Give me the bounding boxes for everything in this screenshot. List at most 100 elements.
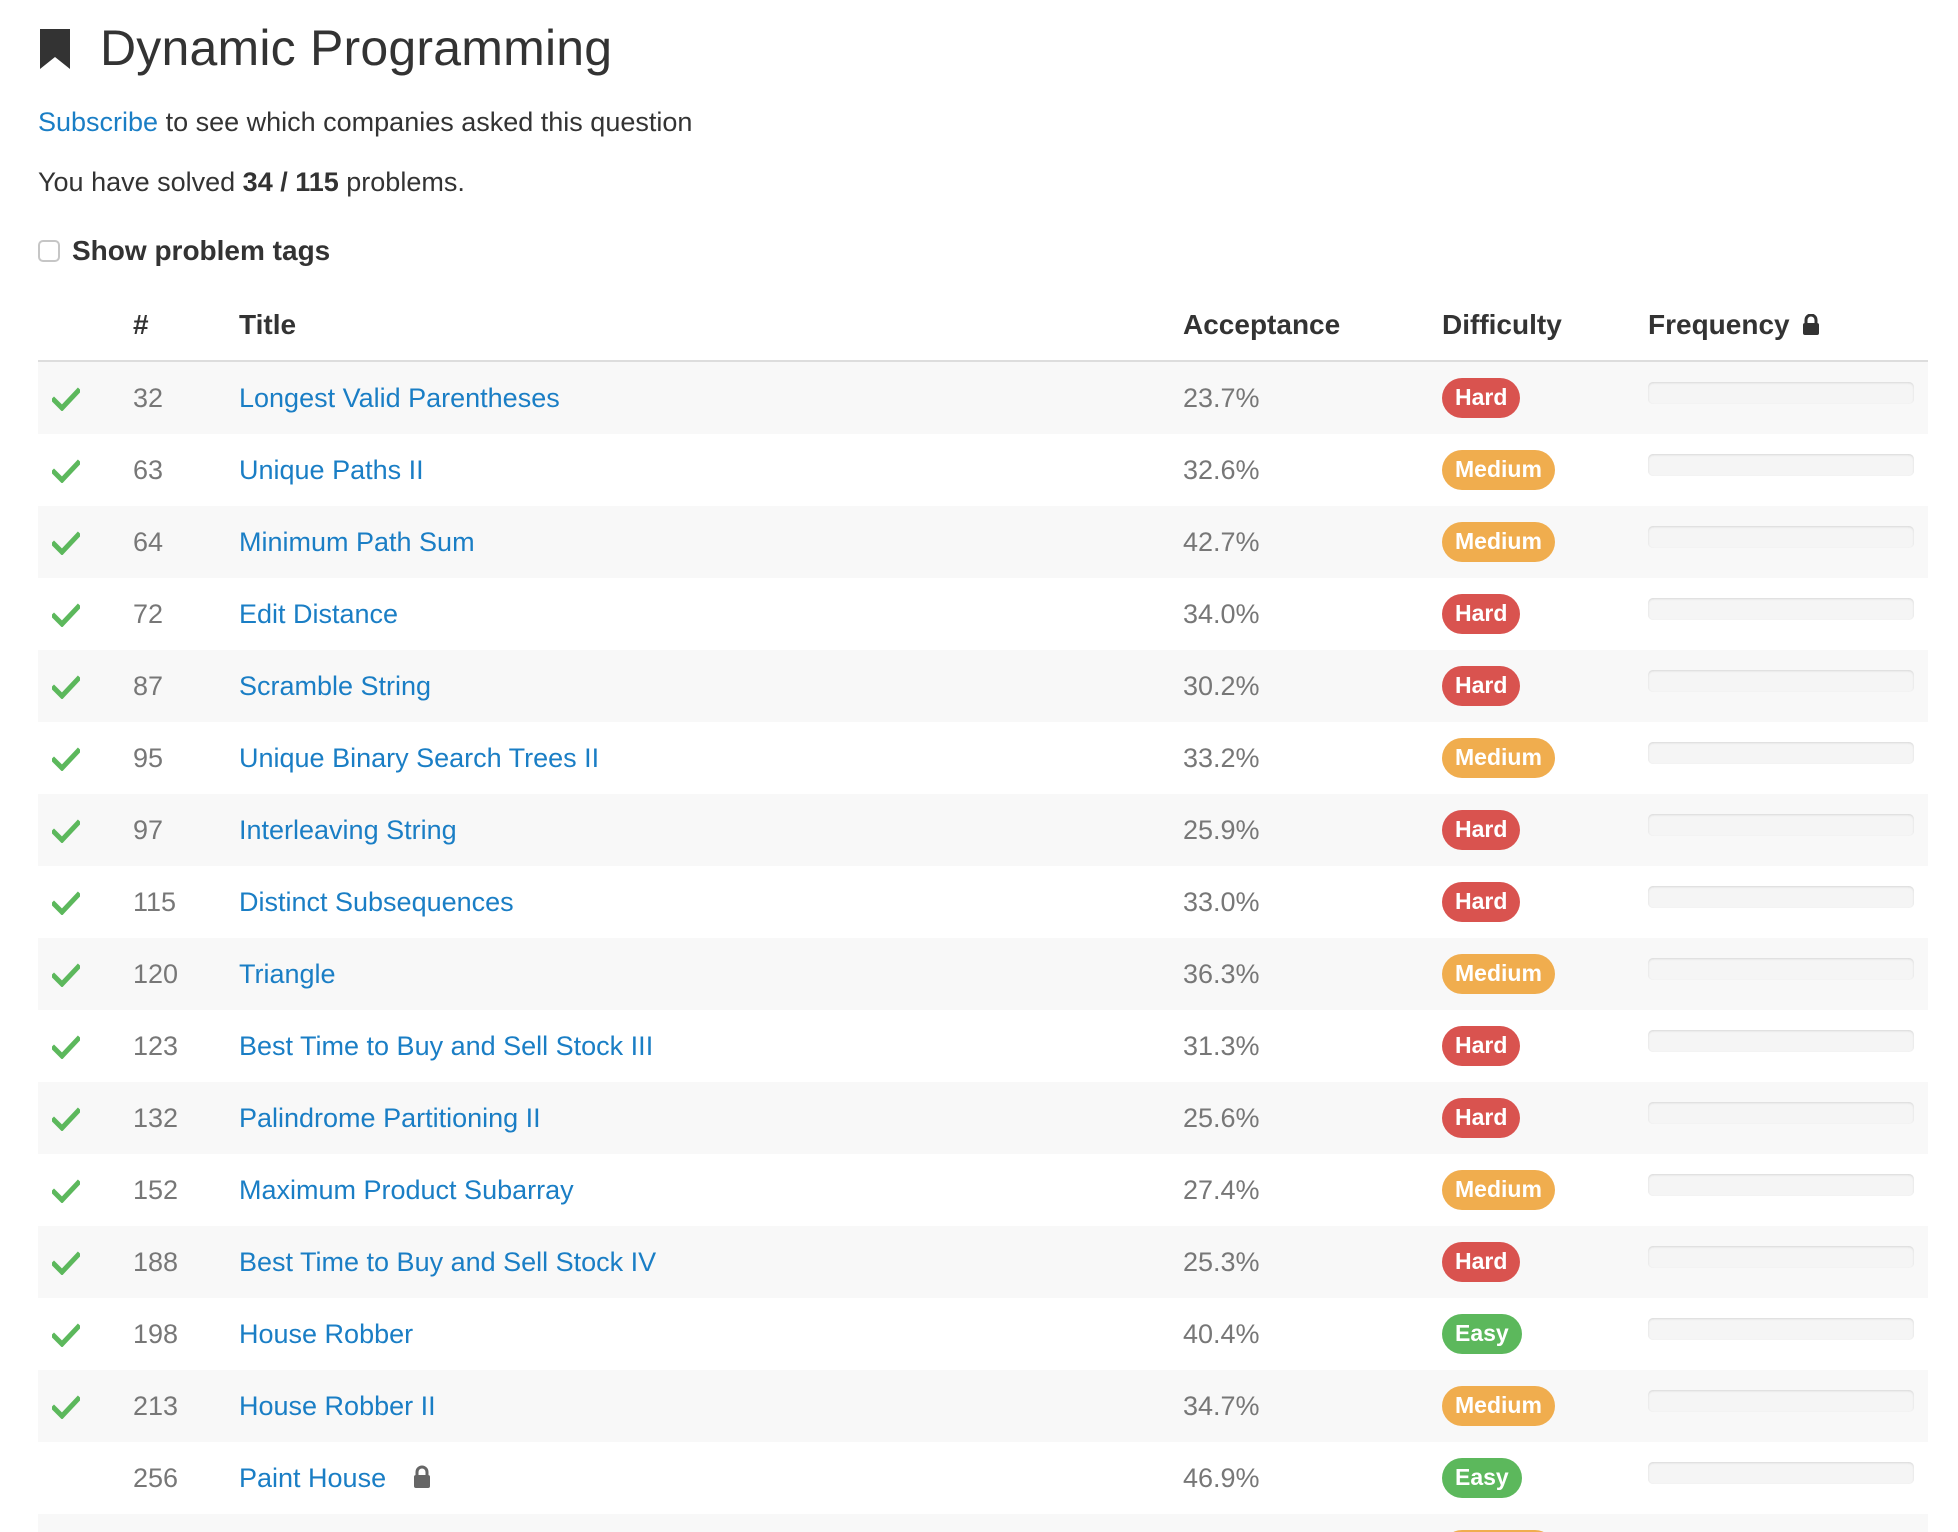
table-row[interactable]: 87 Scramble String 30.2% Hard [38, 650, 1928, 722]
status-cell [38, 1226, 133, 1298]
problem-number: 63 [133, 454, 164, 485]
lock-icon [1802, 314, 1819, 335]
acceptance-rate: 42.7% [1183, 526, 1260, 557]
header-title[interactable]: Title [239, 290, 1183, 362]
problem-title-link[interactable]: Paint House [239, 1463, 386, 1493]
problem-title-link[interactable]: Distinct Subsequences [239, 887, 514, 917]
problem-number: 188 [133, 1246, 179, 1277]
problem-title-link[interactable]: Edit Distance [239, 599, 398, 629]
header-difficulty[interactable]: Difficulty [1442, 290, 1648, 362]
difficulty-badge: Hard [1442, 1026, 1521, 1066]
frequency-bar [1648, 814, 1914, 836]
table-row[interactable]: 95 Unique Binary Search Trees II 33.2% Medi… [38, 722, 1928, 794]
problem-title-link[interactable]: Minimum Path Sum [239, 527, 475, 557]
problem-title-link[interactable]: Longest Valid Parentheses [239, 383, 560, 413]
frequency-bar [1648, 1318, 1914, 1340]
subscribe-line: Subscribe to see which companies asked t… [38, 100, 1958, 144]
frequency-cell [1648, 1442, 1928, 1514]
table-row[interactable]: 123 Best Time to Buy and Sell Stock III 31… [38, 1010, 1928, 1082]
table-row[interactable]: 72 Edit Distance 34.0% Hard [38, 578, 1928, 650]
check-icon [52, 1179, 80, 1204]
check-icon [52, 1323, 80, 1348]
title-cell: House Robber [239, 1298, 1183, 1370]
frequency-cell [1648, 1370, 1928, 1442]
problem-title-link[interactable]: House Robber II [239, 1391, 436, 1421]
header-num[interactable]: # [133, 290, 239, 362]
frequency-cell [1648, 1226, 1928, 1298]
frequency-cell [1648, 361, 1928, 434]
problem-title-link[interactable]: Unique Binary Search Trees II [239, 743, 599, 773]
problem-title-link[interactable]: Scramble String [239, 671, 431, 701]
table-row[interactable]: 264Ugly Number II34.1%Medium [38, 1514, 1928, 1532]
check-icon [52, 459, 80, 484]
check-icon [52, 1107, 80, 1132]
problem-title-link[interactable]: Interleaving String [239, 815, 457, 845]
frequency-cell [1648, 794, 1928, 866]
frequency-bar [1648, 742, 1914, 764]
problem-title-link[interactable]: Triangle [239, 959, 336, 989]
title-cell: Paint House [239, 1442, 1183, 1514]
table-row[interactable]: 64 Minimum Path Sum 42.7% Medium [38, 506, 1928, 578]
show-tags-label[interactable]: Show problem tags [72, 235, 330, 267]
status-cell [38, 650, 133, 722]
difficulty-cell: Hard [1442, 866, 1648, 938]
problem-number: 256 [133, 1462, 179, 1493]
table-row[interactable]: 256 Paint House 46.9% Easy [38, 1442, 1928, 1514]
table-row[interactable]: 152 Maximum Product Subarray 27.4% Medium [38, 1154, 1928, 1226]
difficulty-cell: Medium [1442, 722, 1648, 794]
acceptance-rate: 46.9% [1183, 1462, 1260, 1493]
page-title: Dynamic Programming [100, 20, 613, 76]
header-status [38, 290, 133, 362]
table-row[interactable]: 115 Distinct Subsequences 33.0% Hard [38, 866, 1928, 938]
frequency-cell [1648, 506, 1928, 578]
problem-title-link[interactable]: Best Time to Buy and Sell Stock III [239, 1031, 653, 1061]
show-tags-checkbox[interactable] [38, 240, 60, 262]
difficulty-cell: Medium [1442, 1154, 1648, 1226]
problem-title-link[interactable]: Unique Paths II [239, 455, 424, 485]
solved-count: 34 / 115 [242, 167, 339, 197]
table-row[interactable]: 213 House Robber II 34.7% Medium [38, 1370, 1928, 1442]
acceptance-rate: 25.6% [1183, 1102, 1260, 1133]
difficulty-cell: Hard [1442, 361, 1648, 434]
difficulty-badge: Medium [1442, 1386, 1555, 1426]
table-row[interactable]: 32 Longest Valid Parentheses 23.7% Hard [38, 361, 1928, 434]
problem-number: 64 [133, 526, 164, 557]
problem-number: 120 [133, 958, 179, 989]
difficulty-cell: Medium [1442, 1370, 1648, 1442]
problem-title-link[interactable]: Maximum Product Subarray [239, 1175, 574, 1205]
problem-title-link[interactable]: Palindrome Partitioning II [239, 1103, 541, 1133]
table-row[interactable]: 97 Interleaving String 25.9% Hard [38, 794, 1928, 866]
table-row[interactable]: 120 Triangle 36.3% Medium [38, 938, 1928, 1010]
difficulty-badge: Hard [1442, 666, 1521, 706]
table-row[interactable]: 63 Unique Paths II 32.6% Medium [38, 434, 1928, 506]
status-cell [38, 866, 133, 938]
frequency-cell [1648, 1082, 1928, 1154]
table-row[interactable]: 132 Palindrome Partitioning II 25.6% Hard [38, 1082, 1928, 1154]
status-cell [38, 794, 133, 866]
difficulty-cell: Easy [1442, 1442, 1648, 1514]
title-cell: Scramble String [239, 650, 1183, 722]
difficulty-cell: Medium [1442, 434, 1648, 506]
check-icon [52, 1035, 80, 1060]
show-tags-toggle[interactable]: Show problem tags [38, 226, 1958, 276]
problem-number: 213 [133, 1390, 179, 1421]
title-cell: Triangle [239, 938, 1183, 1010]
difficulty-cell: Hard [1442, 1226, 1648, 1298]
frequency-bar [1648, 670, 1914, 692]
header-frequency[interactable]: Frequency [1648, 290, 1928, 362]
table-header-row: # Title Acceptance Difficulty Frequency [38, 290, 1928, 362]
frequency-bar [1648, 1390, 1914, 1412]
table-row[interactable]: 188 Best Time to Buy and Sell Stock IV 25.… [38, 1226, 1928, 1298]
problem-title-link[interactable]: House Robber [239, 1319, 413, 1349]
table-row[interactable]: 198 House Robber 40.4% Easy [38, 1298, 1928, 1370]
subscribe-link[interactable]: Subscribe [38, 107, 158, 137]
frequency-cell [1648, 578, 1928, 650]
difficulty-cell: Hard [1442, 578, 1648, 650]
header-acceptance[interactable]: Acceptance [1183, 290, 1442, 362]
frequency-bar [1648, 1102, 1914, 1124]
difficulty-badge: Medium [1442, 1170, 1555, 1210]
problem-title-link[interactable]: Best Time to Buy and Sell Stock IV [239, 1247, 656, 1277]
acceptance-rate: 34.7% [1183, 1390, 1260, 1421]
solved-prefix: You have solved [38, 167, 243, 197]
difficulty-badge: Hard [1442, 882, 1521, 922]
